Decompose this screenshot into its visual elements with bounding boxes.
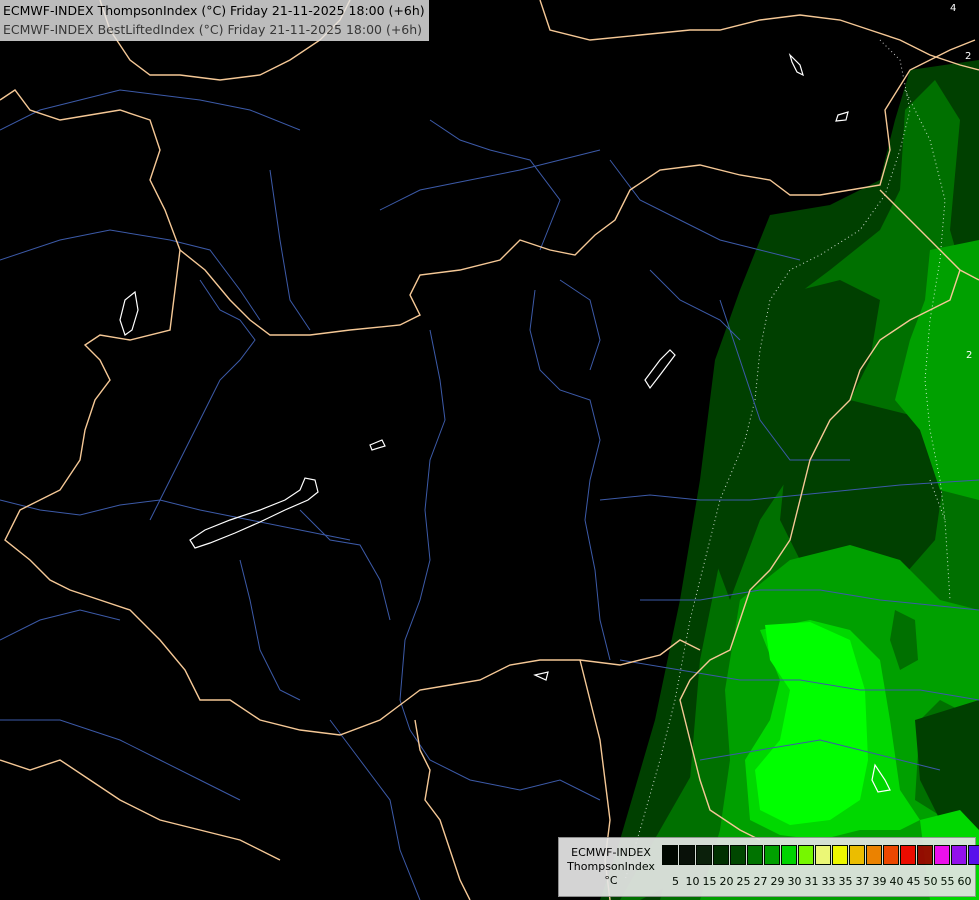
map-title-box: ECMWF-INDEX ThompsonIndex (°C) Friday 21… (0, 0, 429, 41)
contour-label: 4 (950, 3, 956, 14)
legend-tick-label: 31 (804, 875, 819, 888)
legend-swatch (662, 845, 678, 865)
legend-tick-label: 39 (872, 875, 887, 888)
legend-swatch (679, 845, 695, 865)
legend-swatch (832, 845, 848, 865)
legend-tick-label: 45 (906, 875, 921, 888)
legend-tick-label: 30 (787, 875, 802, 888)
legend-tick-label: 27 (753, 875, 768, 888)
contour-label: 2 (966, 350, 972, 361)
legend-ticks: 5 10 15 20 25 27 29 30 31 33 35 37 39 40 45 50 55 60 (659, 875, 973, 888)
legend-tick-label: 20 (719, 875, 734, 888)
legend-swatch (866, 845, 882, 865)
legend-unit: °C (604, 874, 618, 887)
legend-tick-spacer (659, 875, 667, 888)
legend-label: ECMWF-INDEX ThompsonIndex °C (565, 846, 657, 888)
legend-swatch (798, 845, 814, 865)
legend-swatch (713, 845, 729, 865)
legend-swatch (849, 845, 865, 865)
legend-tick-label: 25 (736, 875, 751, 888)
legend-swatch (781, 845, 797, 865)
legend-model: ECMWF-INDEX (571, 846, 651, 859)
legend-tick-label: 40 (889, 875, 904, 888)
legend-swatch (764, 845, 780, 865)
legend-tick-label: 5 (672, 875, 679, 888)
legend-parameter: ThompsonIndex (567, 860, 655, 873)
legend-tick-label: 10 (685, 875, 700, 888)
contour-label: 2 (965, 51, 971, 62)
legend-tick-label: 60 (957, 875, 972, 888)
legend-tick-label: 15 (702, 875, 717, 888)
legend-swatch (747, 845, 763, 865)
legend-swatch (951, 845, 967, 865)
legend-tick-label: 33 (821, 875, 836, 888)
legend-tick-label: 35 (838, 875, 853, 888)
legend-tick-label: 29 (770, 875, 785, 888)
legend-tick-label: 50 (923, 875, 938, 888)
legend-swatch (883, 845, 899, 865)
weather-map: 4 2 2 (0, 0, 979, 900)
legend-swatch (815, 845, 831, 865)
legend-swatches (662, 845, 979, 865)
legend-swatch (917, 845, 933, 865)
legend-tick-label: 55 (940, 875, 955, 888)
title-line-thompson: ECMWF-INDEX ThompsonIndex (°C) Friday 21… (3, 3, 425, 18)
legend-swatch (730, 845, 746, 865)
legend-swatch (900, 845, 916, 865)
legend-swatch (934, 845, 950, 865)
legend-swatch (696, 845, 712, 865)
legend-swatch (968, 845, 979, 865)
legend-tick-label: 37 (855, 875, 870, 888)
color-legend: ECMWF-INDEX ThompsonIndex °C 5 10 15 20 25 27… (558, 837, 979, 897)
title-line-lifted: ECMWF-INDEX BestLiftedIndex (°C) Friday … (3, 22, 423, 37)
